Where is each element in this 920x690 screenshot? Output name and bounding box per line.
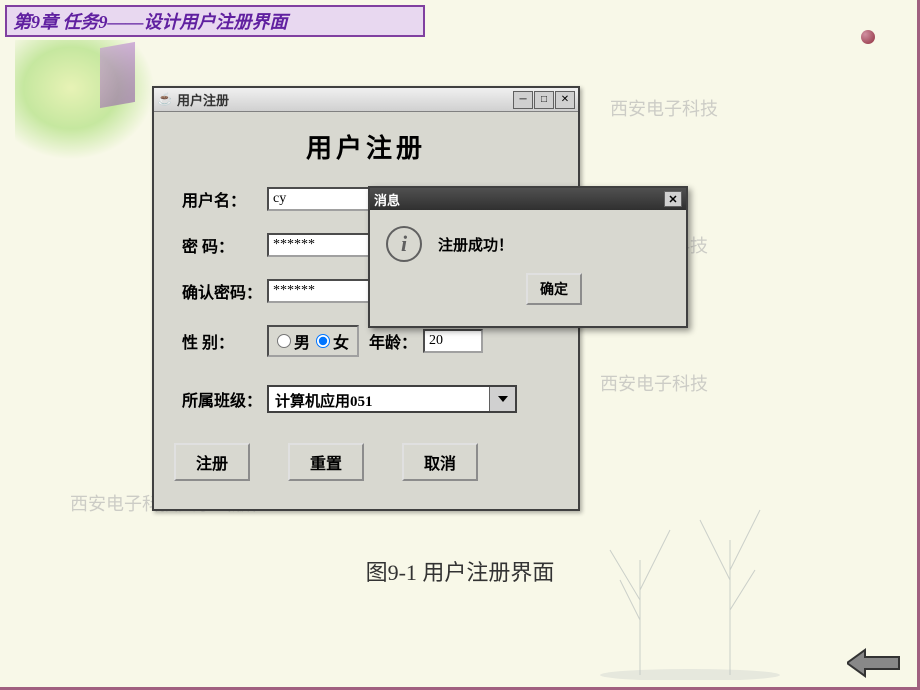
close-button[interactable]: ✕ [555,91,575,109]
message-dialog: 消息 ✕ i 注册成功！ 确定 [368,186,688,328]
password-label: 密 码： [172,233,267,257]
reset-button[interactable]: 重置 [288,443,364,481]
dialog-close-button[interactable]: ✕ [664,191,682,207]
dialog-message: 注册成功！ [438,234,670,255]
class-combobox[interactable]: 计算机应用051 [267,385,517,413]
combobox-dropdown-button[interactable] [489,387,515,411]
confirm-password-label: 确认密码： [172,279,267,303]
gender-label: 性 别： [172,329,267,353]
gender-radio-group: 男 女 [267,325,359,357]
dialog-title: 消息 [374,190,664,209]
back-arrow-button[interactable] [847,648,902,678]
gender-female-option[interactable]: 女 [316,329,349,353]
chevron-down-icon [498,396,508,402]
chapter-title: 第9章 任务9——设计用户注册界面 [13,8,288,34]
age-input[interactable] [423,329,483,353]
form-title: 用户注册 [172,128,560,165]
window-title: 用户注册 [177,90,513,109]
decoration-dot [861,30,875,44]
watermark: 西安电子科技 [610,95,718,121]
gender-female-label: 女 [333,329,349,353]
info-icon: i [386,226,422,262]
gender-female-radio[interactable] [316,334,330,348]
username-label: 用户名： [172,187,267,211]
gender-male-option[interactable]: 男 [277,329,310,353]
dialog-ok-button[interactable]: 确定 [526,273,582,305]
maximize-button[interactable]: □ [534,91,554,109]
decoration-purple [100,42,135,108]
cancel-button[interactable]: 取消 [402,443,478,481]
class-combobox-value: 计算机应用051 [269,387,489,411]
tree-decoration [580,480,800,680]
chapter-header: 第9章 任务9——设计用户注册界面 [5,5,425,37]
age-label: 年龄： [369,329,417,353]
watermark: 西安电子科技 [600,370,708,396]
register-button[interactable]: 注册 [174,443,250,481]
gender-male-label: 男 [294,329,310,353]
window-titlebar[interactable]: ☕ 用户注册 ─ □ ✕ [154,88,578,112]
minimize-button[interactable]: ─ [513,91,533,109]
gender-male-radio[interactable] [277,334,291,348]
class-label: 所属班级： [172,387,267,411]
java-icon: ☕ [157,92,173,108]
dialog-titlebar[interactable]: 消息 ✕ [370,188,686,210]
